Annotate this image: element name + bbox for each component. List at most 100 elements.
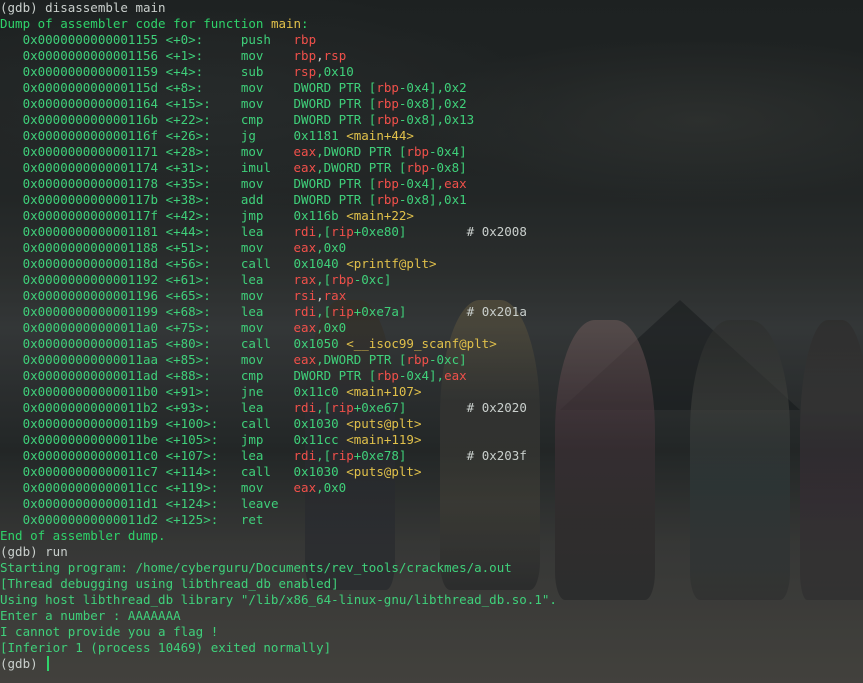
terminal-line: Starting program: /home/cyberguru/Docume… (0, 560, 557, 576)
terminal-token-number: DWORD PTR [ (293, 192, 377, 207)
terminal-token-mnemonic: jg (240, 128, 294, 143)
terminal-token-mnemonic: jne (240, 384, 294, 399)
terminal-token-offset: <+88>: (165, 368, 241, 383)
terminal-token-register: rsp (293, 64, 317, 79)
terminal-token-register: eax (293, 480, 317, 495)
terminal-token-number: 0x1030 (293, 464, 347, 479)
terminal-token-offset: <+8>: (165, 80, 241, 95)
terminal-token-register: rbp (293, 32, 317, 47)
terminal-line: [Thread debugging using libthread_db ena… (0, 576, 557, 592)
terminal-token-prompt: (gdb) disassemble main (0, 0, 166, 15)
terminal-token-number: -0x8] (429, 160, 467, 175)
terminal-token-path: /home/cyberguru/Documents/rev_tools/crac… (135, 560, 512, 575)
terminal-token-register: rbp (293, 48, 317, 63)
terminal-line: I cannot provide you a flag ! (0, 624, 557, 640)
terminal-token-symbol: <main+107> (346, 384, 422, 399)
text-cursor[interactable] (47, 656, 50, 671)
terminal-line: 0x000000000000116b <+22>: cmp DWORD PTR … (0, 112, 557, 128)
terminal-token-register: rip (331, 304, 354, 319)
terminal-token-heading: Dump of assembler code for function (0, 16, 271, 31)
terminal-output: (gdb) disassemble main Dump of assembler … (0, 0, 557, 672)
terminal-token-number: DWORD PTR [ (293, 80, 377, 95)
terminal-line: 0x0000000000001181 <+44>: lea rdi,[rip+0… (0, 224, 557, 240)
terminal-line: (gdb) run (0, 544, 557, 560)
terminal-token-offset: <+56>: (165, 256, 241, 271)
terminal-token-offset: <+124>: (165, 496, 241, 511)
terminal-token-address: 0x00000000000011a5 (0, 336, 166, 351)
terminal-token-offset: <+91>: (165, 384, 241, 399)
terminal-token-offset: <+65>: (165, 288, 241, 303)
terminal-token-number: 0x1030 (293, 416, 347, 431)
terminal-line: 0x00000000000011be <+105>: jmp 0x11cc <m… (0, 432, 557, 448)
terminal-token-number: ,DWORD PTR [ (316, 160, 407, 175)
terminal-line: 0x0000000000001192 <+61>: lea rax,[rbp-0… (0, 272, 557, 288)
terminal-token-offset: <+107>: (165, 448, 241, 463)
terminal-token-address: 0x000000000000116f (0, 128, 166, 143)
terminal-token-register: rbp (376, 112, 399, 127)
terminal-token-address: 0x0000000000001188 (0, 240, 166, 255)
terminal-token-number: -0xc] (353, 272, 392, 287)
terminal-token-mnemonic: add (240, 192, 294, 207)
terminal-token-default: , (316, 48, 324, 63)
terminal-token-address: 0x0000000000001171 (0, 144, 166, 159)
terminal-token-address: 0x00000000000011a0 (0, 320, 166, 335)
terminal-token-address: 0x00000000000011b0 (0, 384, 166, 399)
terminal-line: 0x0000000000001178 <+35>: mov DWORD PTR … (0, 176, 557, 192)
terminal-line: 0x00000000000011a0 <+75>: mov eax,0x0 (0, 320, 557, 336)
terminal-token-address: 0x0000000000001196 (0, 288, 166, 303)
terminal-token-register: rax (323, 288, 347, 303)
terminal-token-number: ,[ (316, 448, 332, 463)
terminal-token-register: eax (444, 176, 467, 191)
terminal-token-comment: # 0x201a (406, 304, 527, 319)
terminal-token-address: 0x0000000000001174 (0, 160, 166, 175)
terminal-line: 0x00000000000011aa <+85>: mov eax,DWORD … (0, 352, 557, 368)
terminal-token-offset: <+35>: (165, 176, 241, 191)
terminal-token-number: ,0x10 (316, 64, 354, 79)
terminal-line: End of assembler dump. (0, 528, 557, 544)
terminal-token-number: -0x4], (398, 176, 445, 191)
terminal-line: 0x000000000000117f <+42>: jmp 0x116b <ma… (0, 208, 557, 224)
terminal-token-offset: <+1>: (165, 48, 241, 63)
terminal-token-number: ,0x0 (316, 240, 347, 255)
terminal-token-register: rsp (323, 48, 347, 63)
terminal-token-register: eax (293, 352, 317, 367)
terminal-token-address: 0x0000000000001159 (0, 64, 166, 79)
terminal-token-number: DWORD PTR [ (293, 112, 377, 127)
terminal-token-register: rbp (406, 144, 429, 159)
terminal-token-register: rip (331, 224, 354, 239)
terminal-token-mnemonic: call (240, 416, 294, 431)
terminal-token-register: rbp (406, 160, 429, 175)
terminal-token-address: 0x000000000000115d (0, 80, 166, 95)
terminal-token-number: ,[ (316, 304, 332, 319)
terminal-token-offset: <+31>: (165, 160, 241, 175)
terminal-token-number: 0x11cc (293, 432, 347, 447)
terminal-line: 0x0000000000001171 <+28>: mov eax,DWORD … (0, 144, 557, 160)
terminal-line: 0x0000000000001156 <+1>: mov rbp,rsp (0, 48, 557, 64)
terminal-token-number: -0x4] (429, 144, 467, 159)
terminal-token-address: 0x00000000000011c7 (0, 464, 166, 479)
terminal-window[interactable]: (gdb) disassemble main Dump of assembler … (0, 0, 863, 683)
terminal-token-mnemonic: mov (240, 352, 294, 367)
terminal-token-mnemonic: cmp (240, 112, 294, 127)
terminal-line: 0x000000000000116f <+26>: jg 0x1181 <mai… (0, 128, 557, 144)
terminal-token-address: 0x0000000000001164 (0, 96, 166, 111)
terminal-token-mnemonic: mov (240, 480, 294, 495)
terminal-token-number: -0x4], (398, 368, 445, 383)
terminal-line: 0x00000000000011a5 <+80>: call 0x1050 <_… (0, 336, 557, 352)
terminal-token-register: rbp (376, 80, 399, 95)
terminal-token-number: ,DWORD PTR [ (316, 144, 407, 159)
terminal-token-number: 0x11c0 (293, 384, 347, 399)
terminal-token-register: rbp (331, 272, 354, 287)
terminal-token-number: -0x8],0x2 (398, 96, 467, 111)
terminal-line: 0x0000000000001199 <+68>: lea rdi,[rip+0… (0, 304, 557, 320)
terminal-line: (gdb) disassemble main (0, 0, 557, 16)
terminal-token-offset: <+105>: (165, 432, 241, 447)
terminal-token-address: 0x0000000000001156 (0, 48, 166, 63)
terminal-token-mnemonic: cmp (240, 368, 294, 383)
terminal-token-address: 0x0000000000001178 (0, 176, 166, 191)
terminal-token-mnemonic: jmp (240, 208, 294, 223)
terminal-token-symbol: <puts@plt> (346, 464, 422, 479)
terminal-token-symbol: <printf@plt> (346, 256, 437, 271)
terminal-token-offset: <+100>: (165, 416, 241, 431)
terminal-token-address: 0x000000000000116b (0, 112, 166, 127)
